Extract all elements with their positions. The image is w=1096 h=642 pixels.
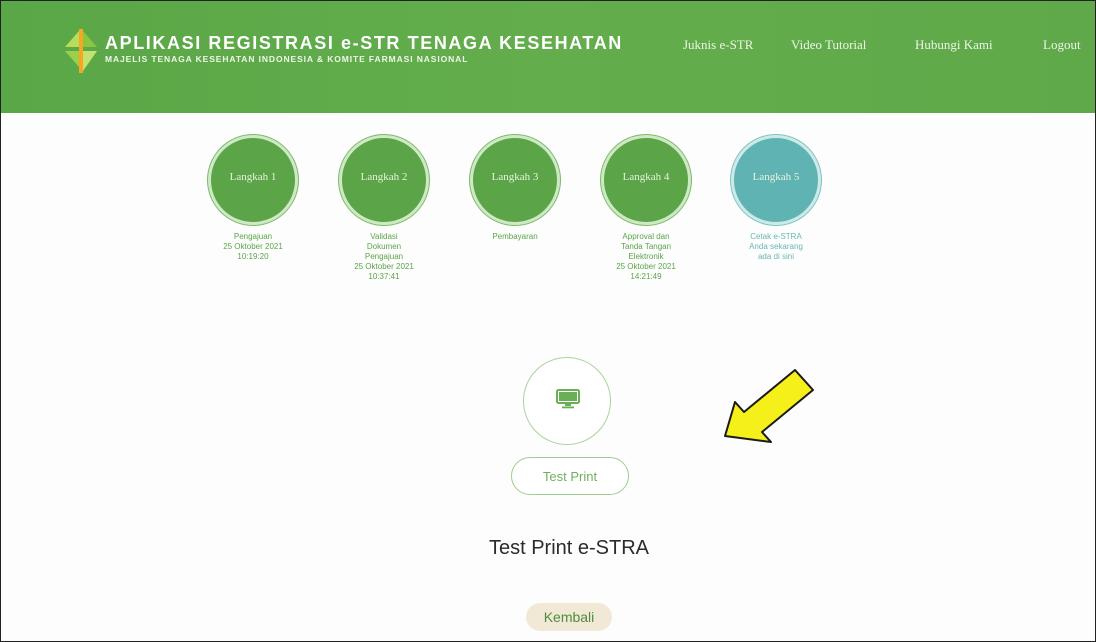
step-circle: Langkah 2	[339, 135, 429, 225]
step-description: Cetak e-STRA Anda sekarang ada di sini	[728, 232, 824, 262]
nav-video-tutorial[interactable]: Video Tutorial	[791, 37, 866, 53]
step-desc-line: Approval dan	[622, 232, 670, 241]
step-desc-line: Pengajuan	[364, 252, 404, 261]
nav-hubungi-kami[interactable]: Hubungi Kami	[915, 37, 993, 53]
step-label: Langkah 1	[229, 171, 277, 183]
page-heading: Test Print e-STRA	[488, 537, 650, 559]
step-2: Langkah 2 Validasi Dokumen Pengajuan 25 …	[336, 135, 432, 282]
step-desc-line: 25 Oktober 2021	[616, 262, 676, 271]
step-4: Langkah 4 Approval dan Tanda Tangan Elek…	[598, 135, 694, 282]
step-circle: Langkah 4	[601, 135, 691, 225]
step-desc-line: Tanda Tangan	[620, 242, 672, 251]
step-desc-line: Elektronik	[628, 252, 664, 261]
step-label: Langkah 5	[752, 171, 800, 183]
step-label: Langkah 2	[360, 171, 408, 183]
back-button[interactable]: Kembali	[526, 603, 612, 631]
step-desc-line: Pengajuan	[233, 232, 273, 241]
step-desc-line: 25 Oktober 2021	[354, 262, 414, 271]
step-desc-line: 10:37:41	[368, 272, 400, 281]
step-3: Langkah 3 Pembayaran	[467, 135, 563, 242]
step-desc-line: Anda sekarang	[749, 242, 803, 251]
step-description: Approval dan Tanda Tangan Elektronik 25 …	[598, 232, 694, 282]
arrow-icon	[724, 369, 814, 443]
step-desc-line: 14:21:49	[630, 272, 662, 281]
step-description: Pengajuan 25 Oktober 2021 10:19:20	[205, 232, 301, 262]
header-bar: APLIKASI REGISTRASI e-STR TENAGA KESEHAT…	[1, 1, 1095, 113]
page-frame: APLIKASI REGISTRASI e-STR TENAGA KESEHAT…	[0, 0, 1096, 642]
app-subtitle: MAJELIS TENAGA KESEHATAN INDONESIA & KOM…	[105, 54, 469, 64]
step-desc-line: Pembayaran	[492, 232, 538, 241]
step-desc-line: Validasi	[370, 232, 398, 241]
nav-juknis[interactable]: Juknis e-STR	[683, 37, 753, 53]
step-circle: Langkah 3	[470, 135, 560, 225]
step-desc-line: 25 Oktober 2021	[223, 242, 283, 251]
step-description: Pembayaran	[467, 232, 563, 242]
nav-logout[interactable]: Logout	[1043, 37, 1081, 53]
monitor-icon	[556, 389, 580, 409]
step-desc-line: ada di sini	[757, 252, 795, 261]
step-circle-active: Langkah 5	[731, 135, 821, 225]
app-logo-icon	[65, 29, 97, 73]
step-1: Langkah 1 Pengajuan 25 Oktober 2021 10:1…	[205, 135, 301, 262]
step-desc-line: Dokumen	[366, 242, 402, 251]
step-circle: Langkah 1	[208, 135, 298, 225]
step-5: Langkah 5 Cetak e-STRA Anda sekarang ada…	[728, 135, 824, 262]
app-title: APLIKASI REGISTRASI e-STR TENAGA KESEHAT…	[105, 33, 623, 53]
step-desc-line: Cetak e-STRA	[750, 232, 802, 241]
test-print-button[interactable]: Test Print	[511, 457, 629, 495]
step-label: Langkah 3	[491, 171, 539, 183]
step-label: Langkah 4	[622, 171, 670, 183]
step-description: Validasi Dokumen Pengajuan 25 Oktober 20…	[336, 232, 432, 282]
step-desc-line: 10:19:20	[237, 252, 269, 261]
